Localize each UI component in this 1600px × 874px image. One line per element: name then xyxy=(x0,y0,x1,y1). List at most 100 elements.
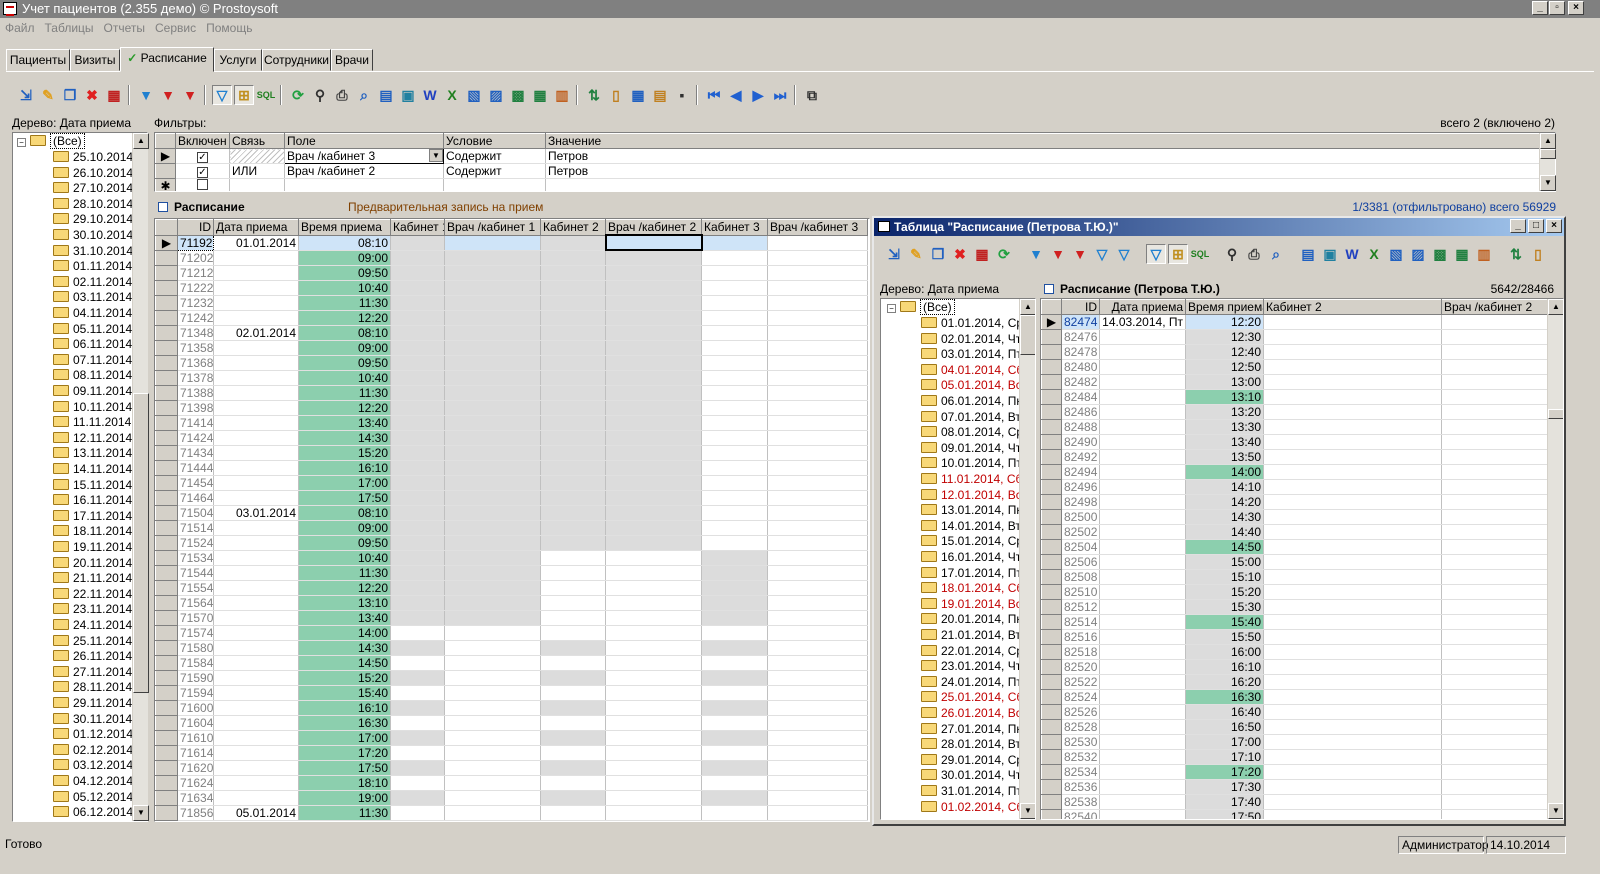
cell-doctor[interactable] xyxy=(1441,374,1548,390)
tree-date-node[interactable]: 24.01.2014, Пт xyxy=(921,675,1022,690)
cell-date[interactable] xyxy=(213,625,299,641)
cell-room[interactable] xyxy=(605,790,702,806)
cell-doctor[interactable] xyxy=(1441,779,1548,795)
table-row[interactable]: 82538 17:40 xyxy=(1041,794,1548,810)
cell-time[interactable]: 13:10 xyxy=(1185,389,1264,405)
cell-room[interactable] xyxy=(701,610,768,626)
preview-icon[interactable]: ⌕ xyxy=(354,85,374,105)
cell-date[interactable] xyxy=(213,520,299,536)
cell-time[interactable]: 12:20 xyxy=(298,310,391,326)
cell-room[interactable] xyxy=(390,430,445,446)
cell-room[interactable] xyxy=(701,580,768,596)
table-row[interactable]: 82536 17:30 xyxy=(1041,779,1548,795)
cell-room[interactable] xyxy=(767,775,868,791)
cell-room[interactable] xyxy=(605,640,702,656)
cell-date[interactable] xyxy=(213,775,299,791)
cell-date[interactable]: 02.01.2014 xyxy=(213,325,299,341)
cell-room[interactable] xyxy=(605,370,702,386)
cell-room[interactable] xyxy=(701,265,768,281)
tree-date-node[interactable]: 28.01.2014, Вт xyxy=(921,737,1021,752)
tree-date-node[interactable]: 26.01.2014, Вс xyxy=(921,706,1022,721)
cell-time[interactable]: 16:50 xyxy=(1185,719,1264,735)
sched-col-header[interactable]: Врач /кабинет 1 xyxy=(444,219,541,236)
table-row[interactable]: 71554 12:20 xyxy=(155,579,868,596)
cell-room[interactable] xyxy=(444,670,541,686)
cell-room[interactable] xyxy=(767,460,868,476)
cell-time[interactable]: 14:40 xyxy=(1185,524,1264,540)
row-indicator[interactable] xyxy=(155,264,178,281)
row-indicator[interactable] xyxy=(155,474,178,491)
filters-scrollbar[interactable]: ▲ ▼ xyxy=(1539,133,1556,191)
table-row[interactable]: 71378 10:40 xyxy=(155,369,868,386)
cell-date[interactable] xyxy=(213,400,299,416)
cell-room[interactable] xyxy=(701,625,768,641)
row-indicator[interactable] xyxy=(155,324,178,341)
row-indicator[interactable] xyxy=(1041,794,1062,810)
cell-id[interactable]: 71544 xyxy=(177,565,214,581)
tree-date-node[interactable]: 25.11.2014 xyxy=(53,634,132,649)
cell-room[interactable] xyxy=(1263,374,1442,390)
tree-date-node[interactable]: 18.01.2014, Сб xyxy=(921,581,1023,596)
cell-id[interactable]: 71564 xyxy=(177,595,214,611)
cell-room[interactable] xyxy=(767,340,868,356)
edit-icon[interactable]: ✎ xyxy=(38,85,58,105)
cell-room[interactable] xyxy=(540,685,606,701)
cell-room[interactable] xyxy=(540,775,606,791)
cell-room[interactable] xyxy=(390,445,445,461)
tree-date-node[interactable]: 28.10.2014 xyxy=(53,197,133,212)
cell-room[interactable] xyxy=(390,580,445,596)
cell-doctor[interactable] xyxy=(1441,629,1548,645)
cell-time[interactable]: 08:10 xyxy=(298,235,391,251)
row-indicator[interactable] xyxy=(1041,494,1062,510)
export-xml-icon[interactable]: ▧ xyxy=(464,85,484,105)
tree-date-node[interactable]: 29.11.2014 xyxy=(53,696,132,711)
row-indicator[interactable] xyxy=(155,534,178,551)
tab-patients[interactable]: Пациенты xyxy=(6,49,70,71)
cell-room[interactable] xyxy=(605,490,702,506)
tree-root[interactable]: − (Все) xyxy=(17,133,85,149)
cell-time[interactable]: 17:20 xyxy=(1185,764,1264,780)
table-row[interactable]: 82506 15:00 xyxy=(1041,554,1548,570)
cell-date[interactable] xyxy=(213,790,299,806)
table-row[interactable]: 71514 09:00 xyxy=(155,519,868,536)
tree-date-node[interactable]: 04.12.2014 xyxy=(53,774,133,789)
table-row[interactable]: 71454 17:00 xyxy=(155,474,868,491)
cell-time[interactable]: 16:30 xyxy=(298,715,391,731)
cell-room[interactable] xyxy=(767,325,868,341)
cell-id[interactable]: 71504 xyxy=(177,505,214,521)
cell-doctor[interactable] xyxy=(1441,434,1548,450)
cell-room[interactable] xyxy=(444,745,541,761)
cell-room[interactable] xyxy=(1263,614,1442,630)
tree-date-node[interactable]: 02.01.2014, Чт xyxy=(921,332,1021,347)
cell-doctor[interactable] xyxy=(1441,704,1548,720)
row-indicator[interactable] xyxy=(1041,479,1062,495)
row-indicator[interactable] xyxy=(155,669,178,686)
cell-room[interactable] xyxy=(444,460,541,476)
cell-time[interactable]: 17:50 xyxy=(298,490,391,506)
cell-id[interactable]: 71610 xyxy=(177,730,214,746)
cell-room[interactable] xyxy=(1263,674,1442,690)
cell-room[interactable] xyxy=(390,550,445,566)
cell-room[interactable] xyxy=(767,700,868,716)
subwindow-grid-scrollbar[interactable]: ▲ ▼ xyxy=(1547,299,1563,819)
cell-id[interactable]: 71242 xyxy=(177,310,214,326)
row-indicator[interactable] xyxy=(155,714,178,731)
cell-time[interactable]: 16:10 xyxy=(1185,659,1264,675)
subwindow-date-tree[interactable]: − (Все) 01.01.2014, Ср 02.01.2014, Чт 03.01… xyxy=(880,298,1036,820)
cell-room[interactable] xyxy=(444,655,541,671)
cell-room[interactable] xyxy=(605,325,702,341)
cell-time[interactable]: 09:50 xyxy=(298,535,391,551)
cell-room[interactable] xyxy=(540,475,606,491)
cell-time[interactable]: 10:40 xyxy=(298,280,391,296)
tree-date-node[interactable]: 08.01.2014, Ср xyxy=(921,425,1023,440)
cell-doctor[interactable] xyxy=(1441,809,1548,819)
sched-col-header[interactable]: Время приема xyxy=(298,219,391,236)
cell-date[interactable] xyxy=(1099,644,1186,660)
cell-room[interactable] xyxy=(701,340,768,356)
row-indicator[interactable] xyxy=(1041,449,1062,465)
tree-date-node[interactable]: 26.10.2014 xyxy=(53,166,133,181)
cell-room[interactable] xyxy=(390,460,445,476)
cell-room[interactable] xyxy=(390,325,445,341)
tree-date-node[interactable]: 12.01.2014, Вс xyxy=(921,488,1022,503)
cell-room[interactable] xyxy=(605,775,702,791)
